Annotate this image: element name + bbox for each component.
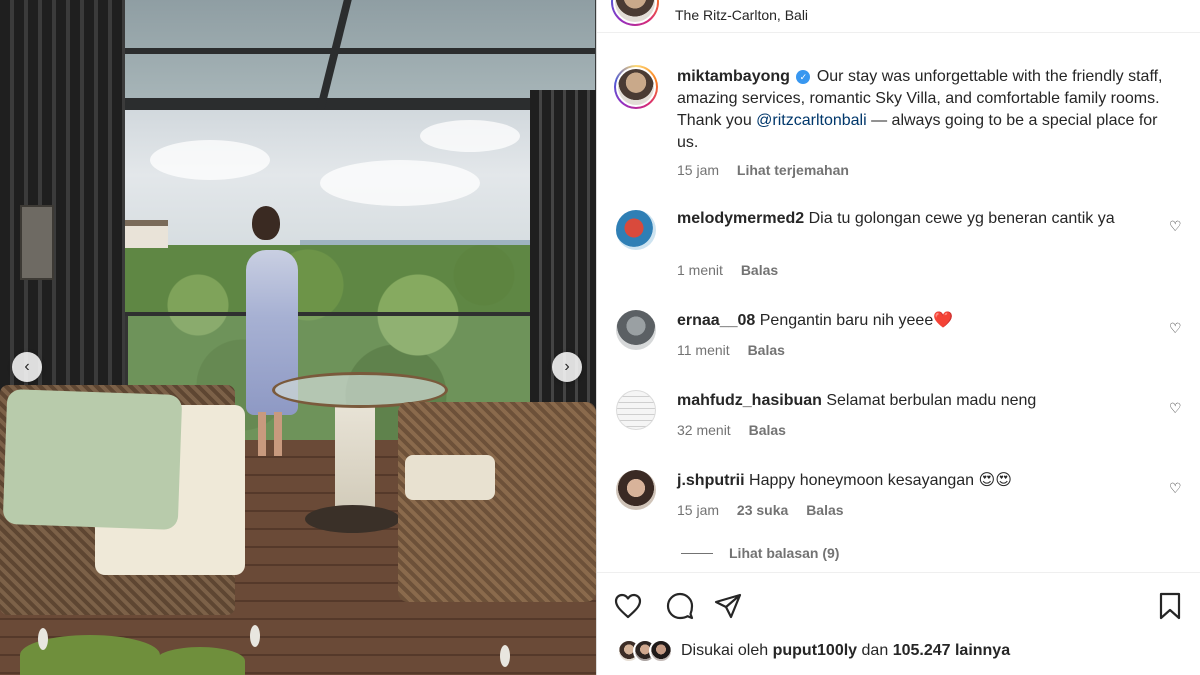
- caption-text: miktambayong ✓ Our stay was unforgettabl…: [677, 66, 1163, 154]
- likes-text: Disukai oleh puput100ly dan 105.247 lain…: [681, 642, 1010, 660]
- caption-mention[interactable]: @ritzcarltonbali: [756, 112, 867, 129]
- comment-text: melodymermed2 Dia tu golongan cewe yg be…: [677, 208, 1163, 230]
- photo-railing: [125, 312, 530, 316]
- comment-likes[interactable]: 23 suka: [737, 502, 788, 518]
- comment-time[interactable]: 1 menit: [677, 262, 723, 278]
- photo-sofa-pillow: [2, 388, 183, 531]
- comment-time[interactable]: 32 menit: [677, 422, 731, 438]
- carousel-next-button[interactable]: ›: [552, 352, 582, 382]
- comment-text: mahfudz_hasibuan Selamat berbulan madu n…: [677, 390, 1163, 412]
- heart-svg: [614, 593, 642, 619]
- likes-count[interactable]: 105.247 lainnya: [893, 642, 1010, 659]
- photo-plant: [155, 647, 245, 675]
- heart-icon[interactable]: [613, 591, 643, 621]
- comment-meta: 32 menit Balas: [677, 422, 800, 438]
- action-bar: Disukai oleh puput100ly dan 105.247 lain…: [597, 572, 1200, 675]
- bookmark-svg: [1159, 592, 1181, 620]
- view-replies-link[interactable]: Lihat balasan (9): [681, 545, 839, 561]
- comment-time[interactable]: 15 jam: [677, 502, 719, 518]
- likes-prefix: Disukai oleh: [681, 642, 769, 659]
- commenter-avatar[interactable]: [616, 390, 656, 430]
- caption-avatar[interactable]: [614, 65, 658, 109]
- likes-summary: Disukai oleh puput100ly dan 105.247 lain…: [617, 639, 1010, 663]
- comment-meta: 1 menit Balas: [677, 262, 792, 278]
- photo-flower: [38, 628, 48, 650]
- photo-cloud: [320, 160, 480, 206]
- liker-avatar[interactable]: [649, 639, 673, 663]
- post-header: The Ritz-Carlton, Bali •••: [597, 0, 1200, 33]
- comment-svg: [666, 592, 694, 620]
- comment-body: Selamat berbulan madu neng: [826, 392, 1037, 409]
- comment-meta: 11 menit Balas: [677, 342, 799, 358]
- commenter-avatar[interactable]: [616, 470, 656, 510]
- comment-body: Dia tu golongan cewe yg beneran cantik y…: [808, 210, 1115, 227]
- likes-user[interactable]: puput100ly: [773, 642, 857, 659]
- photo-armchair-cushion: [405, 455, 495, 500]
- comment-username[interactable]: mahfudz_hasibuan: [677, 392, 822, 409]
- comment-meta: 15 jam 23 suka Balas: [677, 502, 858, 518]
- photo-woman-legs: [258, 412, 282, 456]
- photo-flower: [250, 625, 260, 647]
- reply-button[interactable]: Balas: [748, 342, 785, 358]
- comment-time[interactable]: 11 menit: [677, 342, 730, 358]
- comment-username[interactable]: melodymermed2: [677, 210, 804, 227]
- comment-body: Happy honeymoon kesayangan 😍😍: [749, 472, 1012, 489]
- photo-villa: [118, 220, 168, 248]
- heart-icon[interactable]: ♡: [1169, 320, 1182, 337]
- photo-table-base: [305, 505, 400, 533]
- post-location[interactable]: The Ritz-Carlton, Bali: [675, 7, 808, 23]
- photo-cloud: [420, 120, 520, 152]
- chevron-right-icon: ›: [564, 358, 570, 375]
- roof-beam: [95, 48, 595, 54]
- post-side-panel: The Ritz-Carlton, Bali ••• miktambayong …: [596, 0, 1200, 675]
- avatar-image: [616, 67, 656, 107]
- reply-button[interactable]: Balas: [741, 262, 778, 278]
- photo-wall-lamp: [20, 205, 54, 280]
- caption-time[interactable]: 15 jam: [677, 162, 719, 178]
- send-svg: [714, 593, 742, 619]
- avatar-image: [613, 0, 657, 24]
- likes-connector: dan: [861, 642, 889, 659]
- commenter-avatar[interactable]: [616, 210, 656, 250]
- caption-meta: 15 jam Lihat terjemahan: [677, 162, 863, 178]
- photo-cloud: [150, 140, 270, 180]
- chevron-left-icon: ‹: [24, 358, 30, 375]
- replies-divider: [681, 552, 713, 554]
- heart-icon[interactable]: ♡: [1169, 480, 1182, 497]
- photo-armchair: [398, 402, 596, 602]
- view-replies-label: Lihat balasan (9): [729, 545, 840, 561]
- send-icon[interactable]: [713, 591, 743, 621]
- post-photo: ‹ ›: [0, 0, 596, 675]
- comment-text: j.shputrii Happy honeymoon kesayangan 😍😍: [677, 470, 1163, 492]
- reply-button[interactable]: Balas: [806, 502, 843, 518]
- photo-flower: [500, 645, 510, 667]
- comment-username[interactable]: j.shputrii: [677, 472, 745, 489]
- verified-badge-icon: ✓: [796, 70, 811, 84]
- comment-username[interactable]: ernaa__08: [677, 312, 755, 329]
- author-avatar[interactable]: [611, 0, 659, 26]
- caption-username[interactable]: miktambayong: [677, 68, 790, 85]
- comment-icon[interactable]: [665, 591, 695, 621]
- translate-link[interactable]: Lihat terjemahan: [737, 162, 849, 178]
- photo-woman-head: [252, 206, 280, 240]
- heart-icon[interactable]: ♡: [1169, 218, 1182, 235]
- bookmark-icon[interactable]: [1155, 591, 1185, 621]
- comment-body: Pengantin baru nih yeee❤️: [759, 312, 954, 329]
- reply-button[interactable]: Balas: [749, 422, 786, 438]
- commenter-avatar[interactable]: [616, 310, 656, 350]
- roof-beam: [95, 98, 595, 110]
- heart-icon[interactable]: ♡: [1169, 400, 1182, 417]
- carousel-prev-button[interactable]: ‹: [12, 352, 42, 382]
- comment-text: ernaa__08 Pengantin baru nih yeee❤️: [677, 310, 1163, 332]
